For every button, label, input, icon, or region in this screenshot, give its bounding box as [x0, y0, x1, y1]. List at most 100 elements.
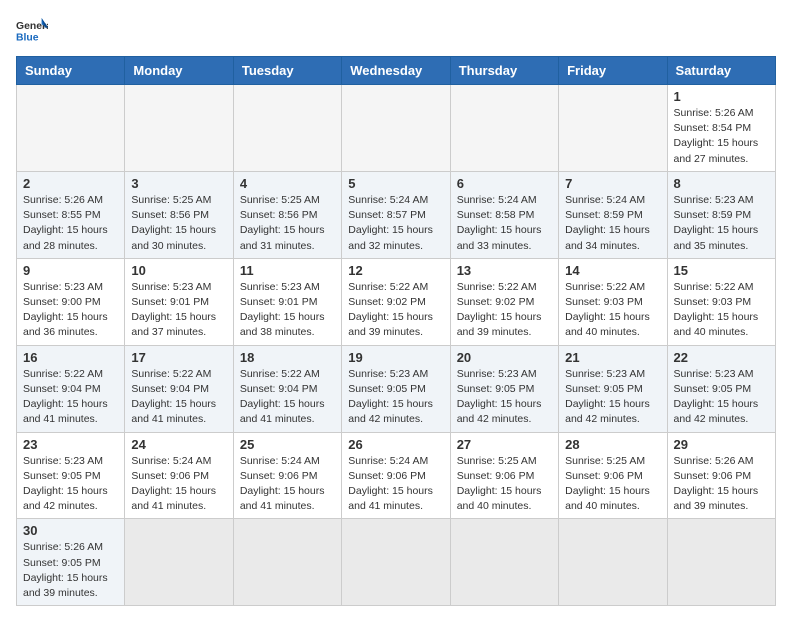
- calendar-day-cell: [342, 519, 450, 606]
- day-number: 6: [457, 176, 552, 191]
- day-info: Sunrise: 5:26 AM Sunset: 8:55 PM Dayligh…: [23, 193, 118, 254]
- calendar-week-row: 9 Sunrise: 5:23 AM Sunset: 9:00 PM Daylig…: [17, 258, 776, 345]
- calendar-table: SundayMondayTuesdayWednesdayThursdayFrid…: [16, 56, 776, 606]
- day-number: 9: [23, 263, 118, 278]
- weekday-header-wednesday: Wednesday: [342, 57, 450, 85]
- calendar-day-cell: [233, 85, 341, 172]
- day-number: 5: [348, 176, 443, 191]
- calendar-day-cell: 12 Sunrise: 5:22 AM Sunset: 9:02 PM Dayli…: [342, 258, 450, 345]
- day-info: Sunrise: 5:25 AM Sunset: 9:06 PM Dayligh…: [565, 454, 660, 515]
- calendar-week-row: 23Sunrise: 5:23 AM Sunset: 9:05 PM Dayli…: [17, 432, 776, 519]
- calendar-day-cell: 22 Sunrise: 5:23 AM Sunset: 9:05 PM Dayli…: [667, 345, 775, 432]
- day-info: Sunrise: 5:26 AM Sunset: 9:06 PM Dayligh…: [674, 454, 769, 515]
- day-info: Sunrise: 5:23 AM Sunset: 9:05 PM Dayligh…: [23, 454, 118, 515]
- weekday-header-tuesday: Tuesday: [233, 57, 341, 85]
- calendar-day-cell: 30 Sunrise: 5:26 AM Sunset: 9:05 PM Dayli…: [17, 519, 125, 606]
- calendar-day-cell: 21Sunrise: 5:23 AM Sunset: 9:05 PM Dayli…: [559, 345, 667, 432]
- day-number: 29: [674, 437, 769, 452]
- day-number: 27: [457, 437, 552, 452]
- day-number: 11: [240, 263, 335, 278]
- day-number: 10: [131, 263, 226, 278]
- day-info: Sunrise: 5:22 AM Sunset: 9:04 PM Dayligh…: [240, 367, 335, 428]
- calendar-day-cell: 1 Sunrise: 5:26 AM Sunset: 8:54 PM Daylig…: [667, 85, 775, 172]
- calendar-day-cell: 19 Sunrise: 5:23 AM Sunset: 9:05 PM Dayli…: [342, 345, 450, 432]
- day-number: 4: [240, 176, 335, 191]
- day-number: 3: [131, 176, 226, 191]
- calendar-day-cell: 25Sunrise: 5:24 AM Sunset: 9:06 PM Dayli…: [233, 432, 341, 519]
- calendar-day-cell: 24 Sunrise: 5:24 AM Sunset: 9:06 PM Dayli…: [125, 432, 233, 519]
- day-number: 17: [131, 350, 226, 365]
- calendar-day-cell: 2 Sunrise: 5:26 AM Sunset: 8:55 PM Daylig…: [17, 171, 125, 258]
- day-info: Sunrise: 5:22 AM Sunset: 9:02 PM Dayligh…: [348, 280, 443, 341]
- day-info: Sunrise: 5:23 AM Sunset: 9:00 PM Dayligh…: [23, 280, 118, 341]
- calendar-day-cell: 5 Sunrise: 5:24 AM Sunset: 8:57 PM Daylig…: [342, 171, 450, 258]
- calendar-day-cell: [125, 519, 233, 606]
- day-info: Sunrise: 5:22 AM Sunset: 9:04 PM Dayligh…: [131, 367, 226, 428]
- calendar-day-cell: 3 Sunrise: 5:25 AM Sunset: 8:56 PM Daylig…: [125, 171, 233, 258]
- calendar-day-cell: [125, 85, 233, 172]
- calendar-day-cell: [450, 519, 558, 606]
- calendar-day-cell: 26 Sunrise: 5:24 AM Sunset: 9:06 PM Dayli…: [342, 432, 450, 519]
- calendar-day-cell: [450, 85, 558, 172]
- day-number: 22: [674, 350, 769, 365]
- calendar-day-cell: 27Sunrise: 5:25 AM Sunset: 9:06 PM Dayli…: [450, 432, 558, 519]
- day-info: Sunrise: 5:24 AM Sunset: 8:57 PM Dayligh…: [348, 193, 443, 254]
- day-number: 1: [674, 89, 769, 104]
- calendar-day-cell: 6Sunrise: 5:24 AM Sunset: 8:58 PM Daylig…: [450, 171, 558, 258]
- day-info: Sunrise: 5:23 AM Sunset: 9:05 PM Dayligh…: [674, 367, 769, 428]
- day-info: Sunrise: 5:25 AM Sunset: 8:56 PM Dayligh…: [131, 193, 226, 254]
- day-info: Sunrise: 5:25 AM Sunset: 8:56 PM Dayligh…: [240, 193, 335, 254]
- svg-text:Blue: Blue: [16, 32, 39, 43]
- day-info: Sunrise: 5:23 AM Sunset: 9:05 PM Dayligh…: [348, 367, 443, 428]
- calendar-day-cell: 29 Sunrise: 5:26 AM Sunset: 9:06 PM Dayli…: [667, 432, 775, 519]
- general-blue-logo-icon: General Blue: [16, 16, 48, 44]
- day-number: 7: [565, 176, 660, 191]
- day-info: Sunrise: 5:24 AM Sunset: 9:06 PM Dayligh…: [348, 454, 443, 515]
- day-info: Sunrise: 5:26 AM Sunset: 8:54 PM Dayligh…: [674, 106, 769, 167]
- day-info: Sunrise: 5:26 AM Sunset: 9:05 PM Dayligh…: [23, 540, 118, 601]
- weekday-header-thursday: Thursday: [450, 57, 558, 85]
- day-info: Sunrise: 5:24 AM Sunset: 9:06 PM Dayligh…: [131, 454, 226, 515]
- day-info: Sunrise: 5:24 AM Sunset: 9:06 PM Dayligh…: [240, 454, 335, 515]
- calendar-day-cell: [342, 85, 450, 172]
- calendar-week-row: 30 Sunrise: 5:26 AM Sunset: 9:05 PM Dayli…: [17, 519, 776, 606]
- day-number: 16: [23, 350, 118, 365]
- calendar-day-cell: 15 Sunrise: 5:22 AM Sunset: 9:03 PM Dayli…: [667, 258, 775, 345]
- weekday-header-monday: Monday: [125, 57, 233, 85]
- calendar-day-cell: 28Sunrise: 5:25 AM Sunset: 9:06 PM Dayli…: [559, 432, 667, 519]
- calendar-day-cell: [667, 519, 775, 606]
- day-number: 2: [23, 176, 118, 191]
- day-number: 15: [674, 263, 769, 278]
- day-number: 18: [240, 350, 335, 365]
- calendar-day-cell: 8Sunrise: 5:23 AM Sunset: 8:59 PM Daylig…: [667, 171, 775, 258]
- calendar-day-cell: [559, 519, 667, 606]
- day-info: Sunrise: 5:22 AM Sunset: 9:03 PM Dayligh…: [565, 280, 660, 341]
- day-info: Sunrise: 5:23 AM Sunset: 8:59 PM Dayligh…: [674, 193, 769, 254]
- day-number: 26: [348, 437, 443, 452]
- calendar-week-row: 1 Sunrise: 5:26 AM Sunset: 8:54 PM Daylig…: [17, 85, 776, 172]
- day-info: Sunrise: 5:22 AM Sunset: 9:03 PM Dayligh…: [674, 280, 769, 341]
- calendar-day-cell: 9 Sunrise: 5:23 AM Sunset: 9:00 PM Daylig…: [17, 258, 125, 345]
- day-number: 30: [23, 523, 118, 538]
- day-info: Sunrise: 5:22 AM Sunset: 9:04 PM Dayligh…: [23, 367, 118, 428]
- day-number: 20: [457, 350, 552, 365]
- calendar-day-cell: [559, 85, 667, 172]
- calendar-day-cell: [233, 519, 341, 606]
- day-info: Sunrise: 5:23 AM Sunset: 9:05 PM Dayligh…: [565, 367, 660, 428]
- calendar-day-cell: 18 Sunrise: 5:22 AM Sunset: 9:04 PM Dayli…: [233, 345, 341, 432]
- calendar-week-row: 16 Sunrise: 5:22 AM Sunset: 9:04 PM Dayli…: [17, 345, 776, 432]
- day-number: 13: [457, 263, 552, 278]
- day-number: 24: [131, 437, 226, 452]
- weekday-header-saturday: Saturday: [667, 57, 775, 85]
- logo: General Blue: [16, 16, 48, 44]
- calendar-day-cell: 13 Sunrise: 5:22 AM Sunset: 9:02 PM Dayli…: [450, 258, 558, 345]
- day-info: Sunrise: 5:24 AM Sunset: 8:59 PM Dayligh…: [565, 193, 660, 254]
- day-number: 12: [348, 263, 443, 278]
- calendar-day-cell: 4 Sunrise: 5:25 AM Sunset: 8:56 PM Daylig…: [233, 171, 341, 258]
- day-number: 19: [348, 350, 443, 365]
- day-info: Sunrise: 5:22 AM Sunset: 9:02 PM Dayligh…: [457, 280, 552, 341]
- day-info: Sunrise: 5:23 AM Sunset: 9:01 PM Dayligh…: [240, 280, 335, 341]
- day-info: Sunrise: 5:23 AM Sunset: 9:05 PM Dayligh…: [457, 367, 552, 428]
- calendar-day-cell: 10Sunrise: 5:23 AM Sunset: 9:01 PM Dayli…: [125, 258, 233, 345]
- calendar-day-cell: 7 Sunrise: 5:24 AM Sunset: 8:59 PM Daylig…: [559, 171, 667, 258]
